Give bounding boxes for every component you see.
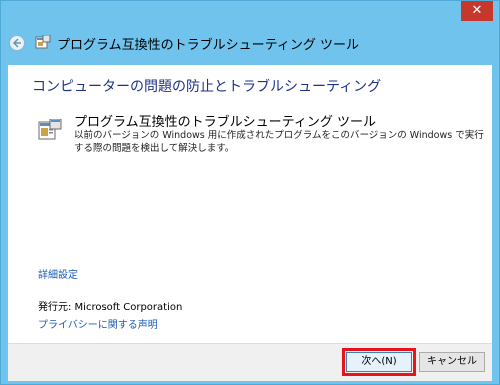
wizard-window: ✕ プログラム互換性のトラブルシューティング ツール コンピューターの問題の防止… [0, 0, 500, 385]
wizard-header: プログラム互換性のトラブルシューティング ツール [1, 25, 499, 61]
advanced-settings-link[interactable]: 詳細設定 [38, 266, 78, 281]
troubleshooter-program-icon [38, 119, 62, 140]
next-button[interactable]: 次へ(N) [346, 352, 412, 372]
option-title: プログラム互換性のトラブルシューティング ツール [74, 115, 376, 130]
publisher-text: 発行元: Microsoft Corporation [38, 302, 183, 313]
troubleshooter-option[interactable]: プログラム互換性のトラブルシューティング ツール 以前のバージョンの Windo… [34, 111, 484, 155]
window-title: プログラム互換性のトラブルシューティング ツール [57, 38, 359, 53]
option-description: 以前のバージョンの Windows 用に作成されたプログラムをこのバージョンの … [74, 130, 484, 154]
back-button[interactable] [9, 35, 25, 51]
wizard-content: コンピューターの問題の防止とトラブルシューティング プログラム互換性のトラブルシ… [8, 65, 492, 343]
cancel-button[interactable]: キャンセル [419, 352, 485, 372]
page-heading: コンピューターの問題の防止とトラブルシューティング [32, 79, 382, 95]
troubleshooter-app-icon [35, 35, 51, 49]
close-button[interactable]: ✕ [461, 1, 493, 21]
privacy-statement-link[interactable]: プライバシーに関する声明 [38, 316, 158, 331]
wizard-footer: 次へ(N) キャンセル [8, 343, 492, 381]
back-arrow-icon [12, 38, 21, 48]
